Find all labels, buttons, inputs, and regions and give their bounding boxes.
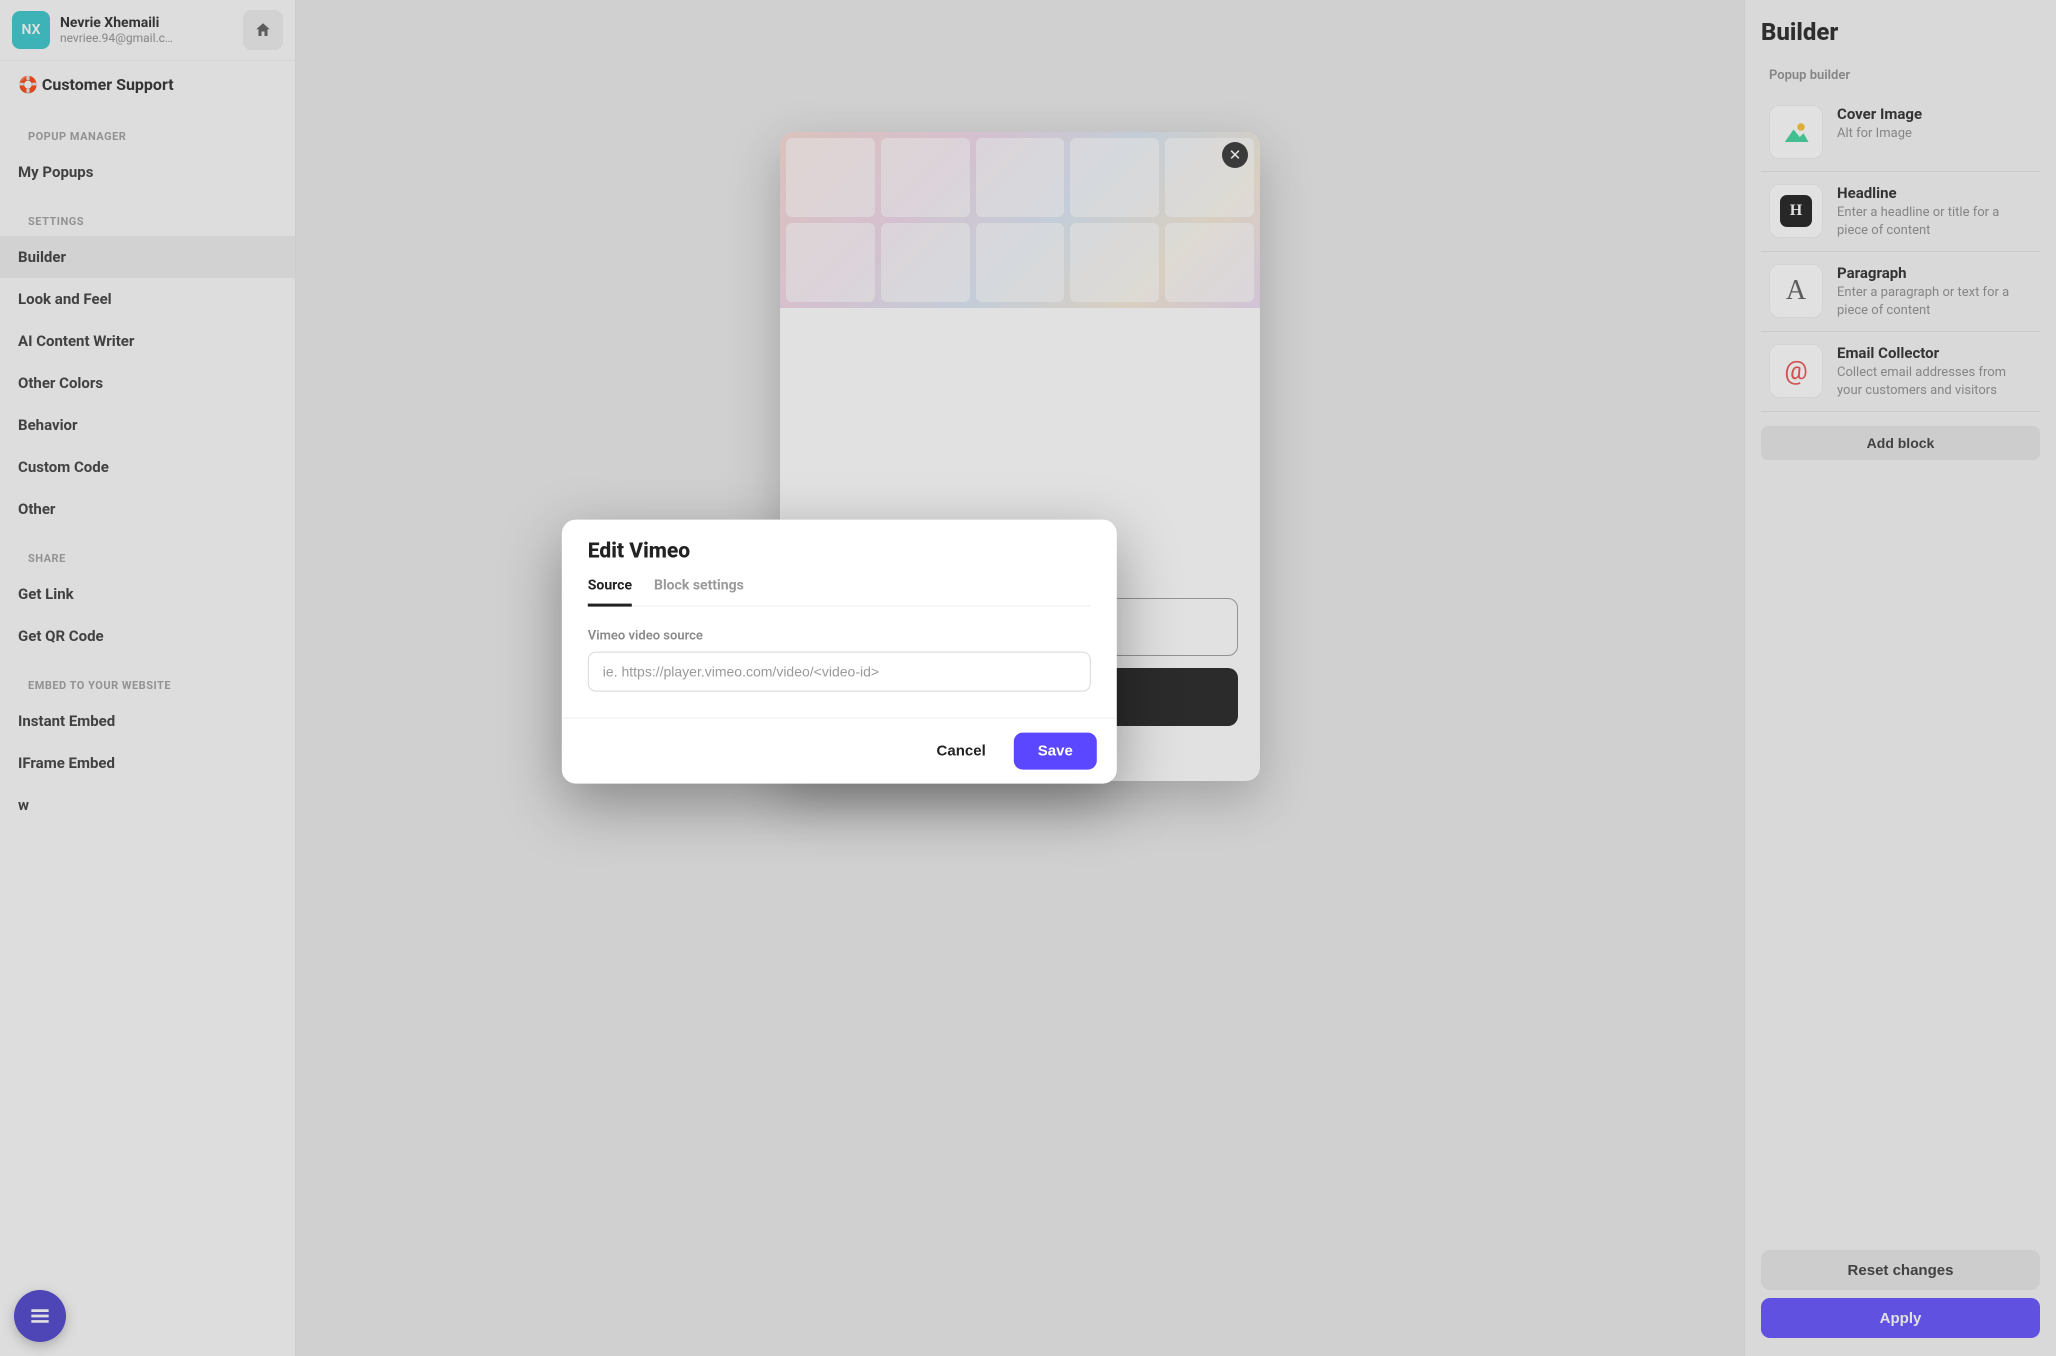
tab-block-settings[interactable]: Block settings — [654, 578, 744, 606]
app-root: NX Nevrie Xhemaili nevriee.94@gmail.c… 🛟… — [0, 0, 2056, 1356]
avatar[interactable]: NX — [12, 11, 50, 49]
sidebar-item-instant-embed[interactable]: Instant Embed — [0, 700, 295, 742]
block-desc: Alt for Image — [1837, 125, 2032, 143]
right-panel-subtitle: Popup builder — [1761, 68, 2040, 83]
sidebar-item-support[interactable]: 🛟 Customer Support — [0, 61, 295, 108]
sidebar-item-other-colors[interactable]: Other Colors — [0, 362, 295, 404]
block-desc: Enter a headline or title for a piece of… — [1837, 204, 2032, 239]
block-item-cover-image[interactable]: Cover Image Alt for Image — [1761, 93, 2040, 172]
group-label-settings: SETTINGS — [0, 193, 295, 236]
save-button[interactable]: Save — [1014, 733, 1097, 770]
block-item-paragraph[interactable]: A Paragraph Enter a paragraph or text fo… — [1761, 252, 2040, 332]
vimeo-source-input[interactable] — [588, 652, 1091, 692]
user-meta: Nevrie Xhemaili nevriee.94@gmail.c… — [60, 15, 233, 45]
group-label-embed: EMBED TO YOUR WEBSITE — [0, 657, 295, 700]
sidebar-item-other[interactable]: Other — [0, 488, 295, 530]
block-item-headline[interactable]: H Headline Enter a headline or title for… — [1761, 172, 2040, 252]
sidebar: NX Nevrie Xhemaili nevriee.94@gmail.c… 🛟… — [0, 0, 296, 1356]
block-desc: Enter a paragraph or text for a piece of… — [1837, 284, 2032, 319]
paragraph-icon: A — [1769, 264, 1823, 318]
sidebar-header: NX Nevrie Xhemaili nevriee.94@gmail.c… — [0, 0, 295, 61]
right-panel-title: Builder — [1761, 18, 2040, 46]
edit-vimeo-modal: Edit Vimeo Source Block settings Vimeo v… — [562, 520, 1117, 784]
block-desc: Collect email addresses from your custom… — [1837, 364, 2032, 399]
home-button[interactable] — [243, 10, 283, 50]
sidebar-item-look-and-feel[interactable]: Look and Feel — [0, 278, 295, 320]
tab-source[interactable]: Source — [588, 578, 632, 607]
image-icon — [1769, 105, 1823, 159]
home-icon — [254, 21, 272, 39]
block-item-email-collector[interactable]: @ Email Collector Collect email addresse… — [1761, 332, 2040, 412]
block-title: Cover Image — [1837, 105, 2032, 123]
group-label-popup-manager: POPUP MANAGER — [0, 108, 295, 151]
block-title: Headline — [1837, 184, 2032, 202]
sidebar-scroll[interactable]: 🛟 Customer Support POPUP MANAGER My Popu… — [0, 61, 295, 1356]
modal-title: Edit Vimeo — [588, 540, 1091, 564]
popup-close-button[interactable]: ✕ — [1222, 142, 1248, 168]
sidebar-item-partial[interactable]: w — [0, 784, 295, 826]
modal-header: Edit Vimeo Source Block settings — [562, 520, 1117, 607]
modal-tabs: Source Block settings — [588, 578, 1091, 607]
sidebar-item-behavior[interactable]: Behavior — [0, 404, 295, 446]
headline-icon: H — [1769, 184, 1823, 238]
sidebar-item-iframe-embed[interactable]: IFrame Embed — [0, 742, 295, 784]
sidebar-item-ai-content-writer[interactable]: AI Content Writer — [0, 320, 295, 362]
group-label-share: SHARE — [0, 530, 295, 573]
popup-cover-image[interactable]: ✕ — [780, 132, 1260, 308]
cancel-button[interactable]: Cancel — [923, 733, 1000, 770]
vimeo-source-label: Vimeo video source — [588, 629, 1091, 644]
at-icon: @ — [1769, 344, 1823, 398]
right-panel: Builder Popup builder Cover Image Alt fo… — [1744, 0, 2056, 1356]
sidebar-item-get-qr-code[interactable]: Get QR Code — [0, 615, 295, 657]
sidebar-item-get-link[interactable]: Get Link — [0, 573, 295, 615]
user-name: Nevrie Xhemaili — [60, 15, 233, 31]
block-title: Paragraph — [1837, 264, 2032, 282]
sidebar-item-my-popups[interactable]: My Popups — [0, 151, 295, 193]
block-list: Cover Image Alt for Image H Headline Ent… — [1761, 93, 2040, 412]
add-block-button[interactable]: Add block — [1761, 426, 2040, 460]
reset-changes-button[interactable]: Reset changes — [1761, 1250, 2040, 1290]
fab-menu[interactable] — [14, 1290, 66, 1342]
modal-body: Vimeo video source — [562, 607, 1117, 718]
block-title: Email Collector — [1837, 344, 2032, 362]
sidebar-item-custom-code[interactable]: Custom Code — [0, 446, 295, 488]
sidebar-item-builder[interactable]: Builder — [0, 236, 295, 278]
close-icon: ✕ — [1229, 146, 1242, 164]
menu-icon — [27, 1303, 53, 1329]
user-email: nevriee.94@gmail.c… — [60, 31, 233, 45]
modal-actions: Cancel Save — [562, 718, 1117, 784]
apply-button[interactable]: Apply — [1761, 1298, 2040, 1338]
